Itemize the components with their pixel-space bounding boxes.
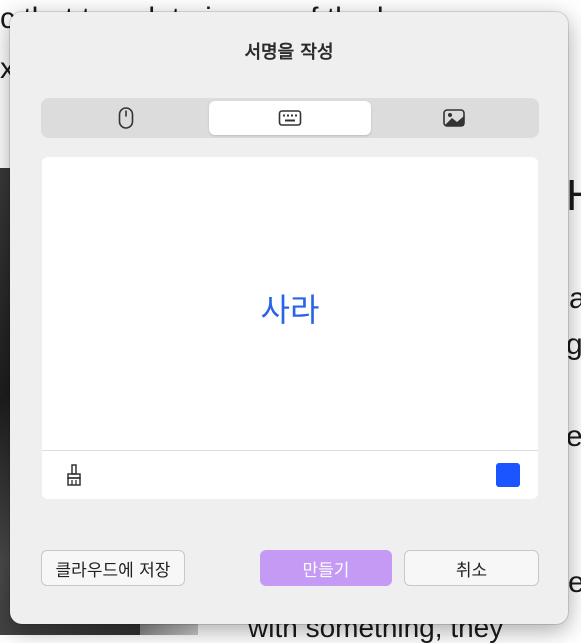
image-icon	[443, 109, 465, 127]
background-text-fragment: a	[569, 282, 581, 315]
background-text-fragment: g	[566, 328, 581, 361]
create-signature-dialog: 서명을 작성 사라 클라우드에 저장 만들기 취소	[10, 12, 568, 624]
dialog-title: 서명을 작성	[244, 42, 334, 63]
keyboard-icon	[278, 110, 302, 126]
save-to-cloud-button[interactable]: 클라우드에 저장	[41, 550, 185, 586]
cancel-button[interactable]: 취소	[404, 550, 539, 586]
background-heading-fragment: H	[566, 174, 581, 218]
canvas-divider	[42, 450, 538, 451]
signature-preview: 사라	[260, 291, 320, 329]
background-text-fragment: el	[566, 420, 581, 453]
signature-method-tabs	[41, 98, 539, 138]
trackpad-icon	[118, 107, 134, 129]
tab-image[interactable]	[373, 101, 535, 135]
create-button[interactable]: 만들기	[260, 550, 392, 586]
tab-trackpad[interactable]	[45, 101, 207, 135]
signature-canvas[interactable]: 사라	[42, 157, 538, 499]
background-text-fragment: e	[568, 566, 581, 599]
brush-icon[interactable]	[64, 463, 84, 487]
tab-keyboard[interactable]	[209, 101, 371, 135]
ink-color-swatch[interactable]	[496, 463, 520, 487]
